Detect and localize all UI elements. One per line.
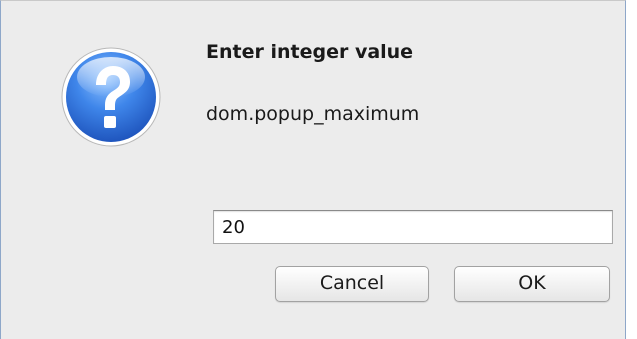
dialog-title: Enter integer value <box>206 41 414 63</box>
ok-button[interactable]: OK <box>454 266 610 302</box>
question-mark-icon <box>59 45 163 149</box>
cancel-button[interactable]: Cancel <box>275 266 429 302</box>
preference-name: dom.popup_maximum <box>206 103 420 125</box>
integer-value-input[interactable] <box>213 210 613 244</box>
prompt-dialog: Enter integer value dom.popup_maximum Ca… <box>0 0 626 339</box>
